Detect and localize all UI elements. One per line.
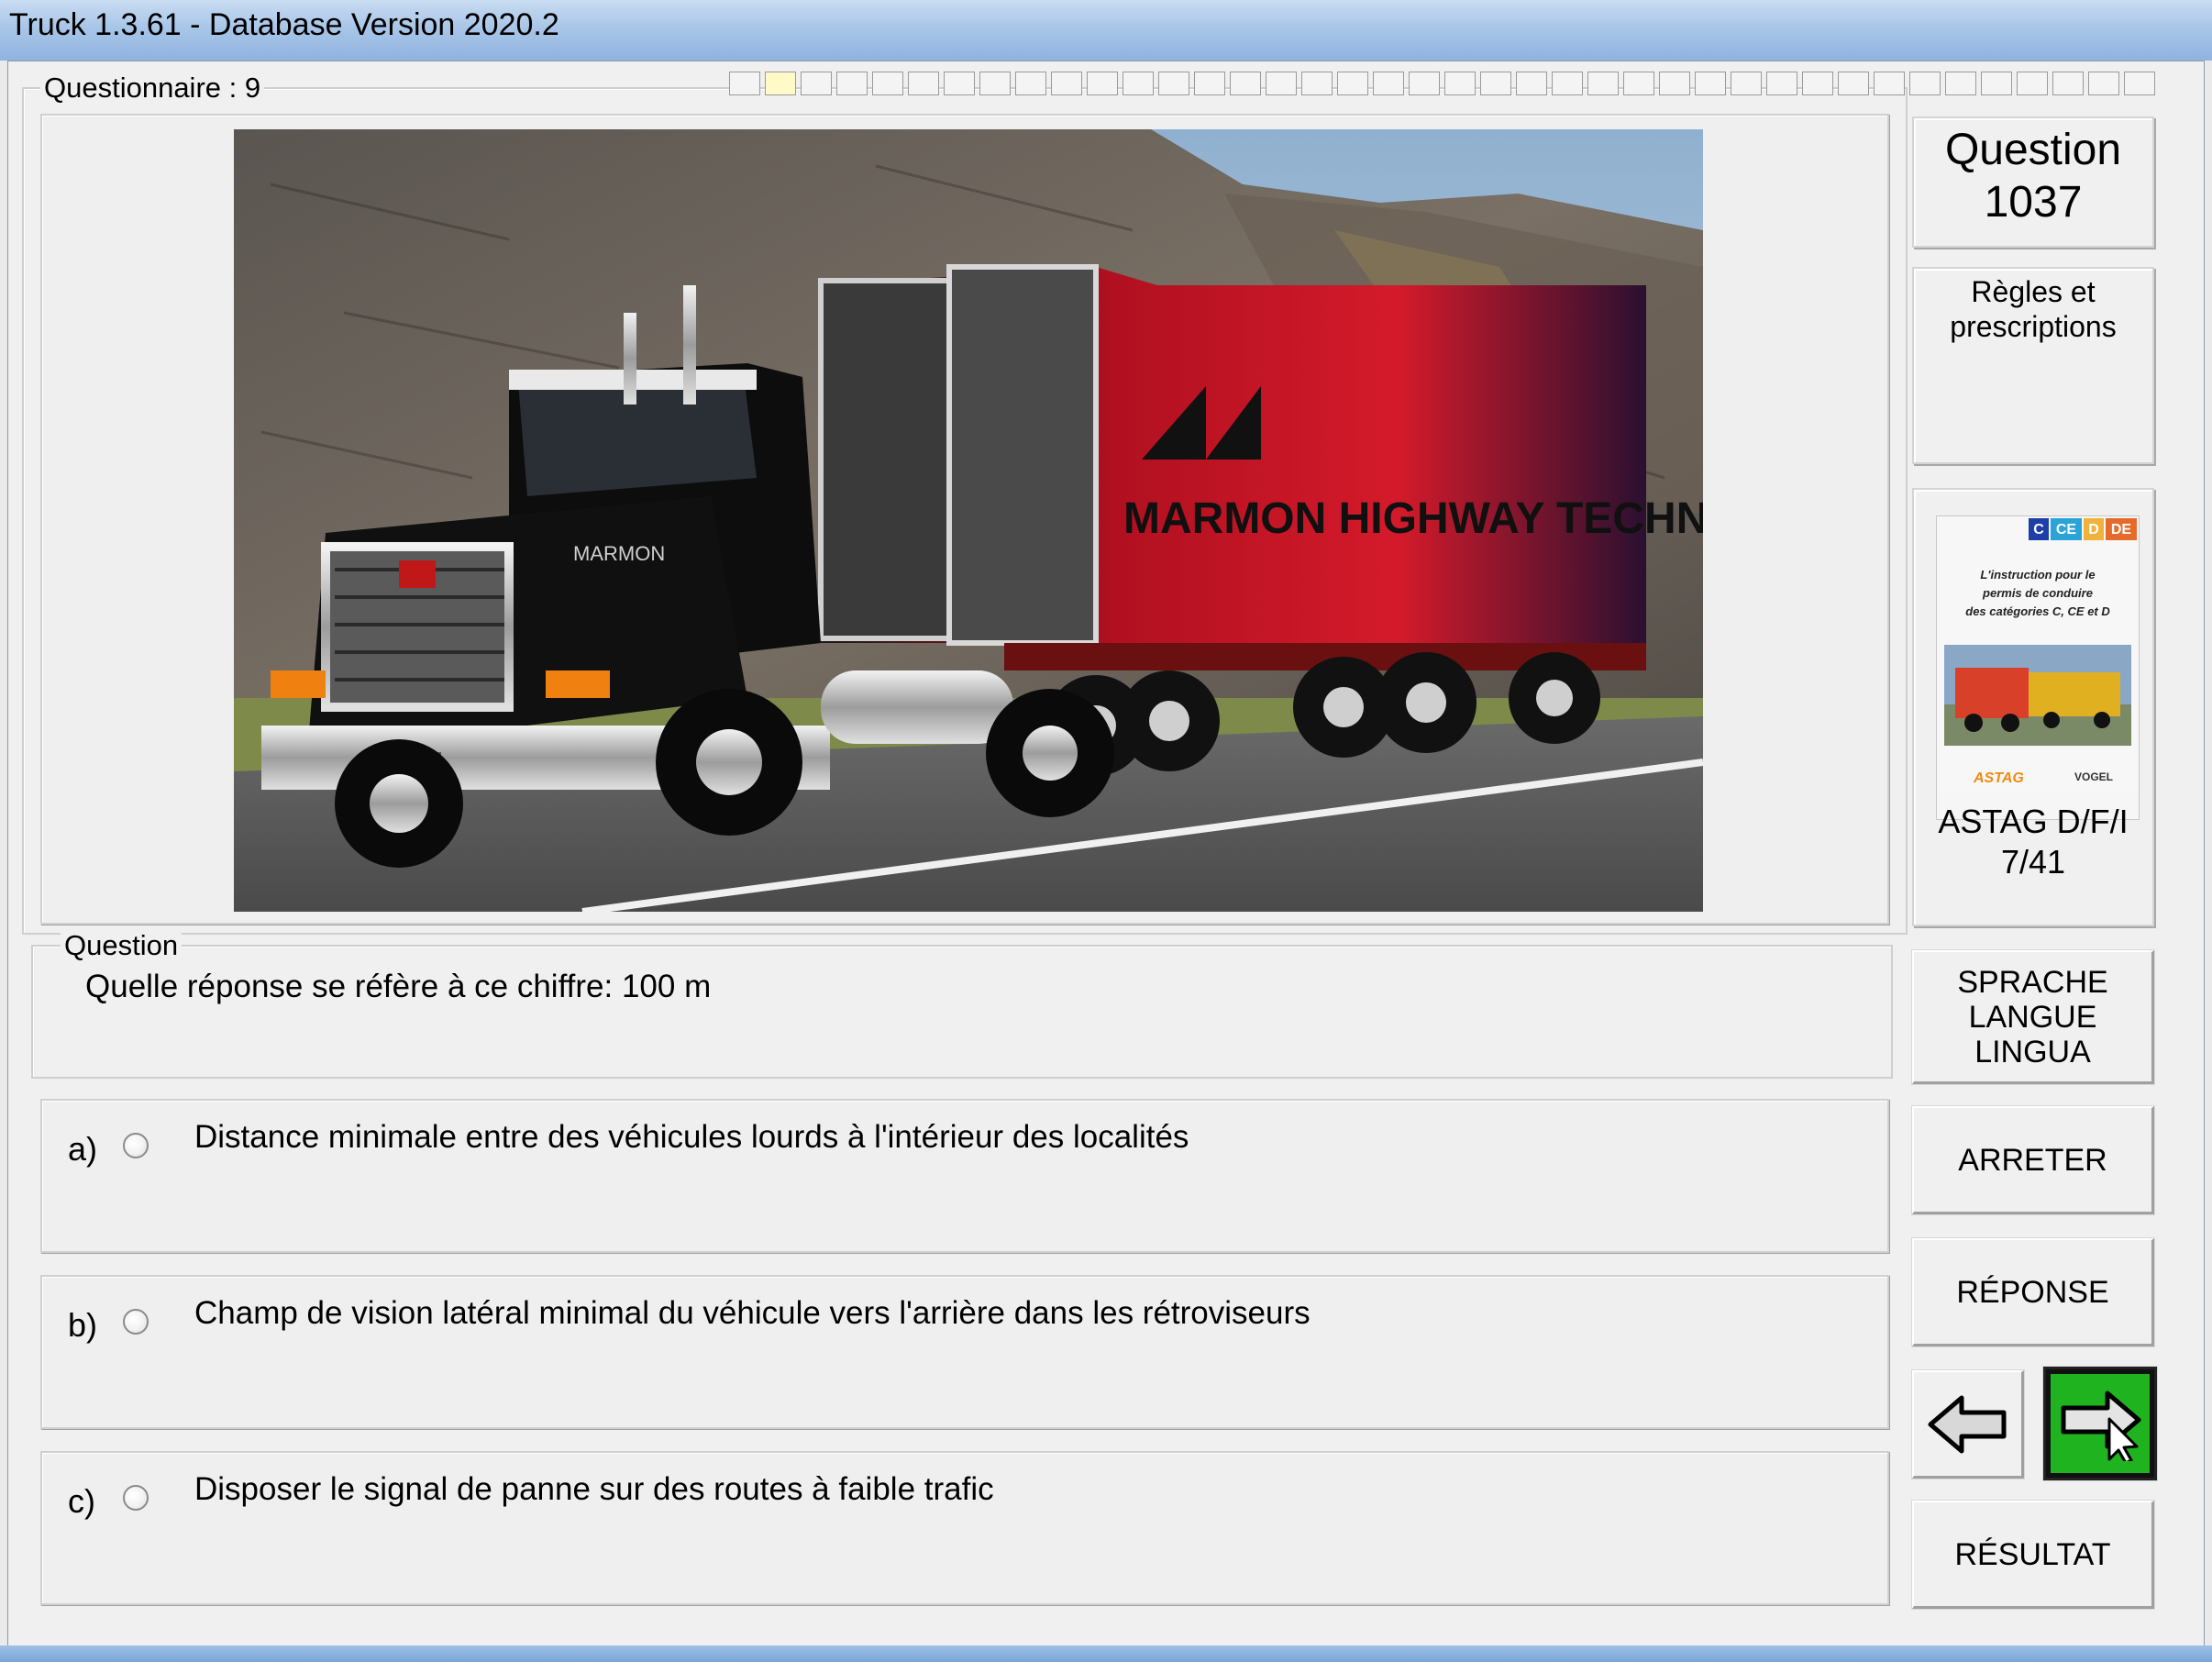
svg-text:VOGEL: VOGEL (2074, 770, 2113, 783)
book-title-3: des catégories C, CE et D (1965, 604, 2110, 618)
language-line-3: LINGUA (1974, 1034, 2091, 1069)
progress-segment (1194, 72, 1225, 95)
arrow-right-icon (2061, 1391, 2141, 1461)
progress-segment (1373, 72, 1404, 95)
progress-segment (1158, 72, 1189, 95)
language-line-2: LANGUE (1968, 999, 2097, 1035)
progress-segment (1409, 72, 1440, 95)
category-line-2: prescriptions (1950, 310, 2117, 343)
stop-button[interactable]: ARRETER (1912, 1106, 2154, 1214)
answer-a-text[interactable]: Distance minimale entre des véhicules lo… (194, 1119, 1189, 1156)
progress-segment (1945, 72, 1976, 95)
progress-segment (1015, 72, 1046, 95)
category-box: Règles et prescriptions (1912, 267, 2154, 464)
answer-b-text[interactable]: Champ de vision latéral minimal du véhic… (194, 1295, 1311, 1332)
progress-segment (979, 72, 1011, 95)
svg-text:ASTAG: ASTAG (1973, 770, 2024, 786)
source-line-1: ASTAG D/F/I (1938, 803, 2129, 840)
source-reference: ASTAG D/F/I 7/41 (1914, 802, 2152, 882)
answer-c-letter: c) (68, 1482, 95, 1520)
progress-segment (1266, 72, 1297, 95)
cab-brand-text: MARMON (573, 542, 665, 565)
progress-segment (1051, 72, 1082, 95)
app-window: Truck 1.3.61 - Database Version 2020.2 Q… (0, 0, 2212, 1662)
book-title-1: L'instruction pour le (1980, 568, 2095, 582)
progress-segment (1731, 72, 1762, 95)
question-text: Quelle réponse se réfère à ce chiffre: 1… (85, 969, 712, 1004)
progress-segment (729, 72, 760, 95)
source-line-2: 7/41 (2000, 843, 2066, 881)
progress-segment (2017, 72, 2048, 95)
progress-segment (1516, 72, 1547, 95)
previous-button[interactable] (1912, 1370, 2024, 1479)
trailer-brand-text: MARMON HIGHWAY TECHNOLOGIES (1123, 494, 1703, 543)
progress-segment (1552, 72, 1583, 95)
progress-segment (1123, 72, 1154, 95)
progress-segment (2088, 72, 2119, 95)
title-bar: Truck 1.3.61 - Database Version 2020.2 (0, 0, 2212, 61)
progress-segment (836, 72, 868, 95)
progress-segment (1301, 72, 1333, 95)
arrow-left-icon (1928, 1395, 2006, 1453)
progress-segment (2124, 72, 2155, 95)
progress-segment (872, 72, 903, 95)
stop-label: ARRETER (1958, 1142, 2107, 1178)
show-answer-label: RÉPONSE (1956, 1274, 2109, 1310)
source-book-box: C CE D DE L'instruction pour le permis d… (1912, 488, 2154, 926)
book-cover-art: C CE D DE L'instruction pour le permis d… (1937, 516, 2139, 792)
next-button-face (2051, 1374, 2150, 1473)
result-button[interactable]: RÉSULTAT (1912, 1501, 2154, 1609)
progress-segment (765, 72, 796, 95)
question-group-label: Question (61, 929, 182, 962)
progress-segment (908, 72, 939, 95)
window-title: Truck 1.3.61 - Database Version 2020.2 (9, 7, 559, 42)
answer-b-letter: b) (68, 1306, 98, 1344)
result-label: RÉSULTAT (1954, 1536, 2111, 1572)
progress-segment (2052, 72, 2084, 95)
questionnaire-label: Questionnaire : 9 (40, 72, 265, 105)
answer-a-radio[interactable] (123, 1133, 149, 1158)
progress-segment (1874, 72, 1905, 95)
answer-c-radio[interactable] (123, 1485, 149, 1511)
truck-photo: MARMON HIGHWAY TECHNOLOGIES (234, 129, 1703, 912)
question-number-title: Question (1944, 126, 2122, 174)
progress-segment (1623, 72, 1654, 95)
progress-segment (1480, 72, 1511, 95)
progress-segment (1337, 72, 1368, 95)
progress-segment (1766, 72, 1797, 95)
progress-segment (1695, 72, 1726, 95)
question-image: MARMON HIGHWAY TECHNOLOGIES (234, 129, 1703, 912)
book-title-2: permis de conduire (1982, 586, 2093, 600)
progress-segment (1659, 72, 1690, 95)
book-cover-image: C CE D DE L'instruction pour le permis d… (1936, 515, 2140, 820)
progress-bar (729, 72, 2178, 99)
progress-segment (1230, 72, 1261, 95)
book-tag-ce: CE (2056, 522, 2077, 537)
category-line-1: Règles et (1971, 275, 2096, 308)
language-button[interactable]: SPRACHE LANGUE LINGUA (1912, 950, 2154, 1084)
progress-segment (1087, 72, 1118, 95)
answer-c-text[interactable]: Disposer le signal de panne sur des rout… (194, 1471, 994, 1508)
progress-segment (1838, 72, 1869, 95)
progress-segment (1802, 72, 1833, 95)
question-group (31, 945, 1893, 1079)
answer-b-radio[interactable] (123, 1309, 149, 1335)
progress-segment (1909, 72, 1941, 95)
question-number-box: Question 1037 (1912, 116, 2154, 248)
next-button[interactable] (2043, 1367, 2157, 1480)
language-line-1: SPRACHE (1957, 964, 2108, 1000)
progress-segment (801, 72, 832, 95)
progress-segment (1587, 72, 1619, 95)
book-tag-de: DE (2111, 522, 2132, 537)
window-bottom-border (0, 1645, 2212, 1662)
progress-segment (1981, 72, 2012, 95)
show-answer-button[interactable]: RÉPONSE (1912, 1238, 2154, 1346)
progress-segment (944, 72, 975, 95)
book-tag-d: D (2088, 522, 2099, 537)
progress-segment (1444, 72, 1476, 95)
answer-a-letter: a) (68, 1130, 98, 1168)
question-number: 1037 (1984, 178, 2083, 227)
book-tag-c: C (2033, 522, 2044, 537)
